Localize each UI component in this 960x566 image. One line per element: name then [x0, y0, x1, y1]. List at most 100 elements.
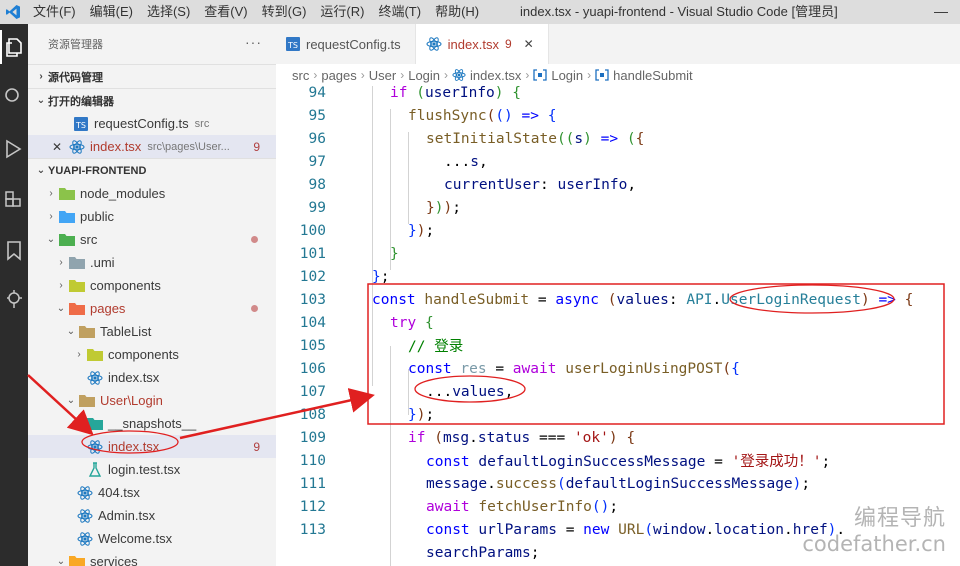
- modified-dot: [251, 236, 258, 243]
- menu-view[interactable]: 查看(V): [197, 0, 254, 24]
- code-line: 107 ...values,: [276, 380, 960, 403]
- tree-label: User\Login: [100, 393, 163, 408]
- open-editors-label: 打开的编辑器: [48, 95, 114, 108]
- tree-src[interactable]: ⌄ src: [28, 228, 276, 251]
- open-editor-label: index.tsx: [90, 139, 142, 154]
- tree-snapshots[interactable]: __snapshots__: [28, 412, 276, 435]
- window-title: index.tsx - yuapi-frontend - Visual Stud…: [520, 4, 838, 19]
- chevron-right-icon: ›: [313, 68, 318, 82]
- bookmarks-icon[interactable]: [0, 234, 28, 268]
- tree-pages[interactable]: ⌄ pages: [28, 297, 276, 320]
- menu-run[interactable]: 运行(R): [313, 0, 371, 24]
- chevron-right-icon: ›: [525, 68, 530, 82]
- tree-tablelist-index[interactable]: index.tsx: [28, 366, 276, 389]
- code-line: 96 setInitialState((s) => ({: [276, 127, 960, 150]
- remote-icon[interactable]: [0, 282, 28, 316]
- chevron-right-icon: ›: [587, 68, 592, 82]
- more-actions-icon[interactable]: ···: [245, 34, 262, 50]
- tree-label: components: [90, 278, 161, 293]
- run-debug-icon[interactable]: [0, 132, 28, 166]
- folder-components-icon: [68, 279, 86, 292]
- line-number: 98: [308, 176, 326, 193]
- menu-edit[interactable]: 编辑(E): [83, 0, 140, 24]
- close-icon[interactable]: ✕: [524, 37, 534, 51]
- line-number: 112: [299, 498, 326, 515]
- tree-login-test[interactable]: login.test.tsx: [28, 458, 276, 481]
- tree-node-modules[interactable]: › node_modules: [28, 182, 276, 205]
- tab-requestconfig[interactable]: TS requestConfig.ts: [276, 24, 416, 64]
- explorer-icon[interactable]: [0, 30, 28, 64]
- menu-selection[interactable]: 选择(S): [140, 0, 197, 24]
- close-icon[interactable]: ✕: [50, 140, 64, 154]
- folder-node-icon: [58, 187, 76, 200]
- breadcrumb-item[interactable]: src: [292, 68, 309, 83]
- code-line: 113 const urlParams = new URL(window.loc…: [276, 518, 960, 541]
- line-number: 106: [299, 360, 326, 377]
- breadcrumb-item[interactable]: Login: [408, 68, 440, 83]
- open-editor-path: src\pages\User...: [147, 140, 230, 153]
- editor-tabs: TS requestConfig.ts index.tsx 9 ✕: [276, 24, 960, 64]
- vscode-logo-icon: [0, 0, 26, 24]
- tree-label: 404.tsx: [98, 485, 140, 500]
- activity-bar: [0, 24, 28, 566]
- chevron-down-icon: ⌄: [66, 326, 76, 337]
- chevron-right-icon: ›: [400, 68, 405, 82]
- open-editors-section[interactable]: ⌄ 打开的编辑器: [28, 88, 276, 112]
- problems-badge: 9: [253, 139, 260, 154]
- chevron-down-icon: ⌄: [36, 165, 46, 176]
- open-editor-requestconfig[interactable]: TS requestConfig.ts src: [28, 112, 276, 135]
- breadcrumb-item[interactable]: index.tsx: [470, 68, 521, 83]
- tree-admin[interactable]: Admin.tsx: [28, 504, 276, 527]
- tree-user-login[interactable]: ⌄ User\Login: [28, 389, 276, 412]
- tree-tablelist[interactable]: ⌄ TableList: [28, 320, 276, 343]
- breadcrumb-item[interactable]: pages: [321, 68, 356, 83]
- svg-text:TS: TS: [287, 41, 298, 50]
- line-number: 102: [299, 268, 326, 285]
- tree-404[interactable]: 404.tsx: [28, 481, 276, 504]
- menu-file[interactable]: 文件(F): [26, 0, 83, 24]
- line-number: 108: [299, 406, 326, 423]
- chevron-right-icon: ›: [39, 71, 43, 82]
- code-line: 109 if (msg.status === 'ok') {: [276, 426, 960, 449]
- tree-umi[interactable]: › .umi: [28, 251, 276, 274]
- react-file-icon: [76, 531, 94, 547]
- chevron-right-icon: ›: [360, 68, 365, 82]
- search-icon[interactable]: [0, 80, 28, 114]
- line-number: 109: [299, 429, 326, 446]
- chevron-down-icon: ⌄: [56, 303, 66, 314]
- extensions-icon[interactable]: [0, 184, 28, 218]
- tree-services[interactable]: ⌄ services: [28, 550, 276, 566]
- line-number: 105: [299, 337, 326, 354]
- react-file-icon: [426, 36, 442, 52]
- code-line: 101 }: [276, 242, 960, 265]
- project-section[interactable]: ⌄ YUAPI-FRONTEND: [28, 158, 276, 182]
- symbol-variable-icon: [533, 69, 547, 81]
- tree-tablelist-components[interactable]: › components: [28, 343, 276, 366]
- tree-index-tsx[interactable]: index.tsx 9: [28, 435, 276, 458]
- open-editor-index[interactable]: ✕ index.tsx src\pages\User... 9: [28, 135, 276, 158]
- minimize-button[interactable]: —: [934, 0, 948, 22]
- tree-public[interactable]: › public: [28, 205, 276, 228]
- breadcrumb-item[interactable]: User: [369, 68, 396, 83]
- folder-public-icon: [58, 210, 76, 223]
- code-editor[interactable]: 94 if (userInfo) { 95 flushSync(() => { …: [276, 86, 960, 566]
- folder-components-icon: [86, 348, 104, 361]
- code-line: 104 try {: [276, 311, 960, 334]
- tree-components[interactable]: › components: [28, 274, 276, 297]
- breadcrumb-item[interactable]: handleSubmit: [613, 68, 693, 83]
- code-line: 97 ...s,: [276, 150, 960, 173]
- tree-welcome[interactable]: Welcome.tsx: [28, 527, 276, 550]
- open-editor-path: src: [194, 117, 210, 130]
- code-line: 99 }));: [276, 196, 960, 219]
- chevron-down-icon: ⌄: [46, 234, 56, 245]
- menu-go[interactable]: 转到(G): [255, 0, 314, 24]
- menu-terminal[interactable]: 终端(T): [371, 0, 428, 24]
- typescript-file-icon: TS: [286, 37, 300, 51]
- code-line: 95 flushSync(() => {: [276, 104, 960, 127]
- breadcrumb-item[interactable]: Login: [551, 68, 583, 83]
- folder-src-icon: [58, 233, 76, 246]
- source-control-section[interactable]: › 源代码管理: [28, 64, 276, 88]
- tab-index[interactable]: index.tsx 9 ✕: [415, 24, 549, 64]
- folder-pages-icon: [68, 302, 86, 315]
- menu-help[interactable]: 帮助(H): [428, 0, 486, 24]
